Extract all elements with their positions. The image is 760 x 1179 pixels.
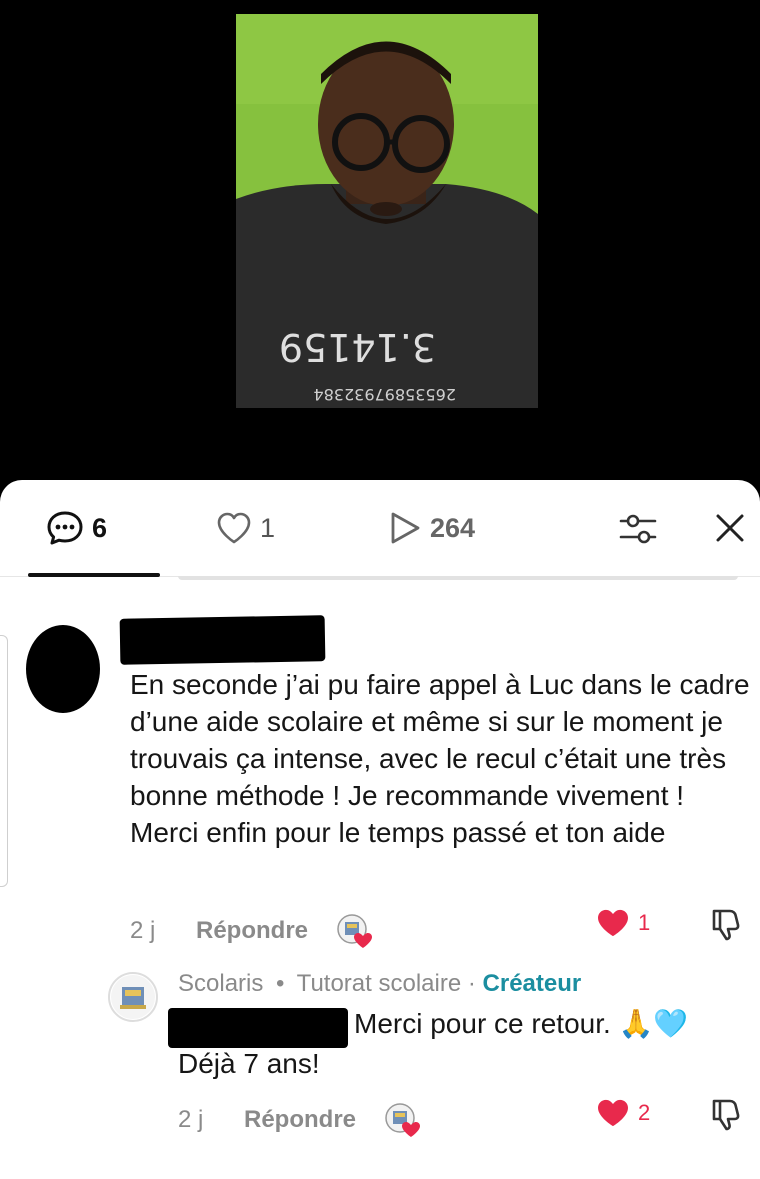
thumbs-down-icon (712, 909, 740, 941)
reply-author[interactable]: Scolaris (178, 970, 263, 997)
comment-text: En seconde j’ai pu faire appel à Luc dan… (130, 669, 750, 848)
heart-outline-icon (217, 512, 251, 544)
reply-text-line1: Merci pour ce retour. 🙏🩵 (354, 1008, 689, 1039)
reply-meta: 2 j Répondre (178, 1100, 421, 1140)
reply-author-subtitle: Tutorat scolaire (296, 970, 462, 997)
tab-bar: 6 1 264 (0, 480, 760, 577)
comment-time: 2 j (130, 917, 156, 944)
separator-dot: • (276, 970, 285, 997)
reply-button[interactable]: Répondre (196, 917, 308, 945)
svg-text:3.14159: 3.14159 (279, 325, 436, 369)
comment-like-button[interactable]: 1 (596, 908, 650, 938)
reply-reply-button[interactable]: Répondre (244, 1106, 356, 1134)
reply-text-line2: Déjà 7 ans! (178, 1048, 320, 1079)
comment-bubble-icon (47, 511, 83, 545)
filter-button[interactable] (618, 510, 658, 553)
close-button[interactable] (712, 510, 748, 551)
creator-liked-badge (384, 1102, 421, 1138)
tab-views[interactable]: 264 (388, 508, 475, 548)
video-frame[interactable]: 3.14159 26535897932384 (236, 14, 538, 408)
video-area[interactable]: 3.14159 26535897932384 (0, 0, 760, 500)
tab-comments[interactable]: 6 (46, 508, 107, 548)
reply-like-count: 2 (638, 1100, 651, 1125)
play-icon (391, 512, 420, 544)
previous-comment-edge (178, 576, 738, 582)
creator-label: Créateur (482, 970, 582, 997)
reply-item: Scolaris • Tutorat scolaire · Créateur M… (0, 960, 760, 1179)
mention-redacted (168, 1008, 348, 1048)
tab-likes[interactable]: 1 (216, 508, 275, 548)
filter-sliders-icon (619, 514, 657, 544)
reply-avatar[interactable] (108, 972, 158, 1022)
views-count: 264 (430, 512, 476, 543)
comments-count: 6 (92, 512, 108, 543)
active-tab-indicator (28, 573, 160, 577)
comment-like-count: 1 (638, 910, 651, 935)
heart-filled-icon (598, 909, 628, 937)
comments-sheet: 6 1 264 En seconde j’ai pu faire appel à… (0, 480, 760, 1179)
comment-item: En seconde j’ai pu faire appel à Luc dan… (0, 605, 760, 948)
creator-liked-badge (336, 913, 373, 949)
creator-separator: · (467, 970, 476, 997)
close-icon (716, 514, 744, 542)
reply-header: Scolaris • Tutorat scolaire · Créateur (178, 970, 581, 998)
creator-badge-icon (337, 914, 373, 948)
scolaris-logo-icon (111, 975, 155, 1019)
heart-filled-icon (598, 1099, 628, 1127)
reply-time: 2 j (178, 1106, 204, 1133)
creator-badge-icon (385, 1103, 421, 1137)
scroll-edge (0, 635, 8, 887)
thumbs-down-icon (712, 1099, 740, 1131)
comment-dislike-button[interactable] (708, 906, 744, 947)
svg-text:26535897932384: 26535897932384 (313, 385, 456, 404)
avatar[interactable] (26, 625, 100, 713)
video-thumbnail: 3.14159 26535897932384 (236, 14, 538, 408)
comment-meta: 2 j Répondre (130, 911, 373, 951)
reply-like-button[interactable]: 2 (596, 1098, 650, 1128)
likes-count: 1 (260, 512, 276, 543)
username-redacted (119, 615, 326, 665)
reply-dislike-button[interactable] (708, 1096, 744, 1137)
